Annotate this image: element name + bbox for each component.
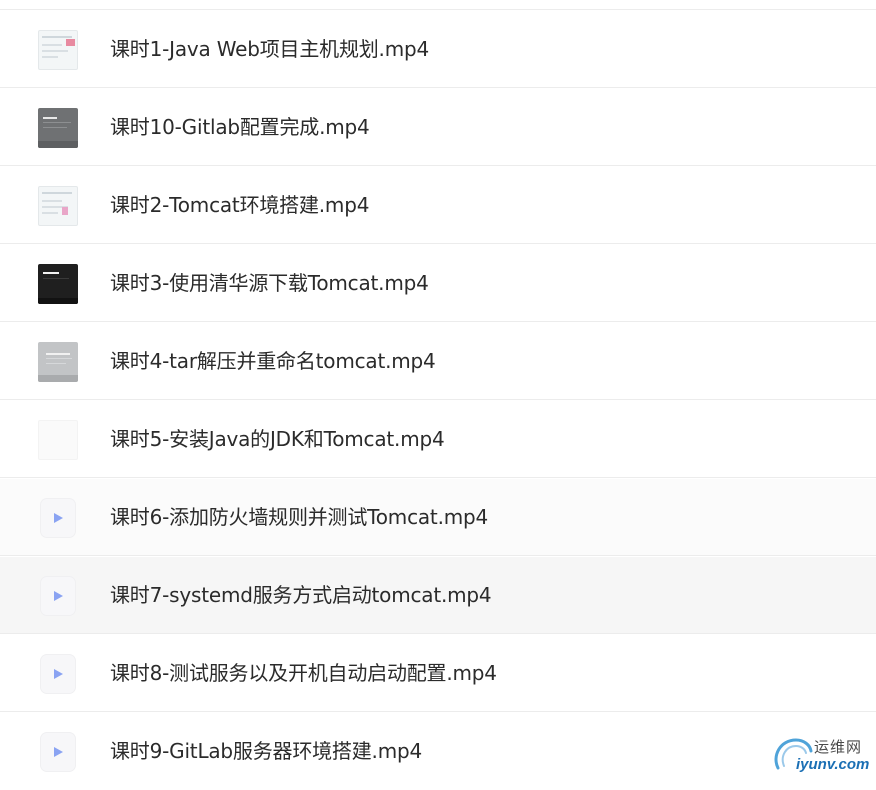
- list-item[interactable]: 课时2-Tomcat环境搭建.mp4: [0, 167, 876, 244]
- blank-thumbnail-icon: [38, 420, 78, 460]
- list-item[interactable]: 课时4-tar解压并重命名tomcat.mp4: [0, 323, 876, 400]
- list-item[interactable]: 课时6-添加防火墙规则并测试Tomcat.mp4: [0, 479, 876, 556]
- list-item[interactable]: 课时3-使用清华源下载Tomcat.mp4: [0, 245, 876, 322]
- file-name: 课时5-安装Java的JDK和Tomcat.mp4: [110, 427, 445, 451]
- video-file-icon: [41, 655, 75, 693]
- file-name: 课时9-GitLab服务器环境搭建.mp4: [110, 739, 422, 763]
- list-item[interactable]: 课时8-测试服务以及开机自动启动配置.mp4: [0, 635, 876, 712]
- file-name: 课时7-systemd服务方式启动tomcat.mp4: [110, 583, 492, 607]
- list-item[interactable]: 课时1-Java Web项目主机规划.mp4: [0, 11, 876, 88]
- list-item[interactable]: 课时7-systemd服务方式启动tomcat.mp4: [0, 557, 876, 634]
- video-file-icon: [41, 577, 75, 615]
- play-icon: [54, 513, 63, 523]
- play-icon: [54, 747, 63, 757]
- video-file-icon: [41, 733, 75, 771]
- file-name: 课时3-使用清华源下载Tomcat.mp4: [110, 271, 429, 295]
- list-top-divider: [0, 9, 876, 10]
- watermark-name: 运维网: [814, 738, 863, 756]
- file-name: 课时10-Gitlab配置完成.mp4: [110, 115, 370, 139]
- list-item[interactable]: 课时5-安装Java的JDK和Tomcat.mp4: [0, 401, 876, 478]
- play-icon: [54, 669, 63, 679]
- video-file-icon: [41, 499, 75, 537]
- list-item[interactable]: 课时9-GitLab服务器环境搭建.mp4: [0, 713, 876, 790]
- file-name: 课时1-Java Web项目主机规划.mp4: [110, 37, 430, 61]
- screenshot-thumbnail-icon: [38, 342, 78, 382]
- video-file-list: 课时1-Java Web项目主机规划.mp4 课时10-Gitlab配置完成.m…: [0, 0, 876, 790]
- screenshot-thumbnail-icon: [38, 264, 78, 304]
- watermark-logo: 运维网 iyunv.com: [770, 734, 872, 778]
- watermark-domain: iyunv.com: [796, 756, 870, 773]
- screenshot-thumbnail-icon: [38, 186, 78, 226]
- screenshot-thumbnail-icon: [38, 30, 78, 70]
- play-icon: [54, 591, 63, 601]
- file-name: 课时6-添加防火墙规则并测试Tomcat.mp4: [110, 505, 489, 529]
- screenshot-thumbnail-icon: [38, 108, 78, 148]
- file-name: 课时4-tar解压并重命名tomcat.mp4: [110, 349, 436, 373]
- file-name: 课时2-Tomcat环境搭建.mp4: [110, 193, 370, 217]
- list-item[interactable]: 课时10-Gitlab配置完成.mp4: [0, 89, 876, 166]
- file-name: 课时8-测试服务以及开机自动启动配置.mp4: [110, 661, 497, 685]
